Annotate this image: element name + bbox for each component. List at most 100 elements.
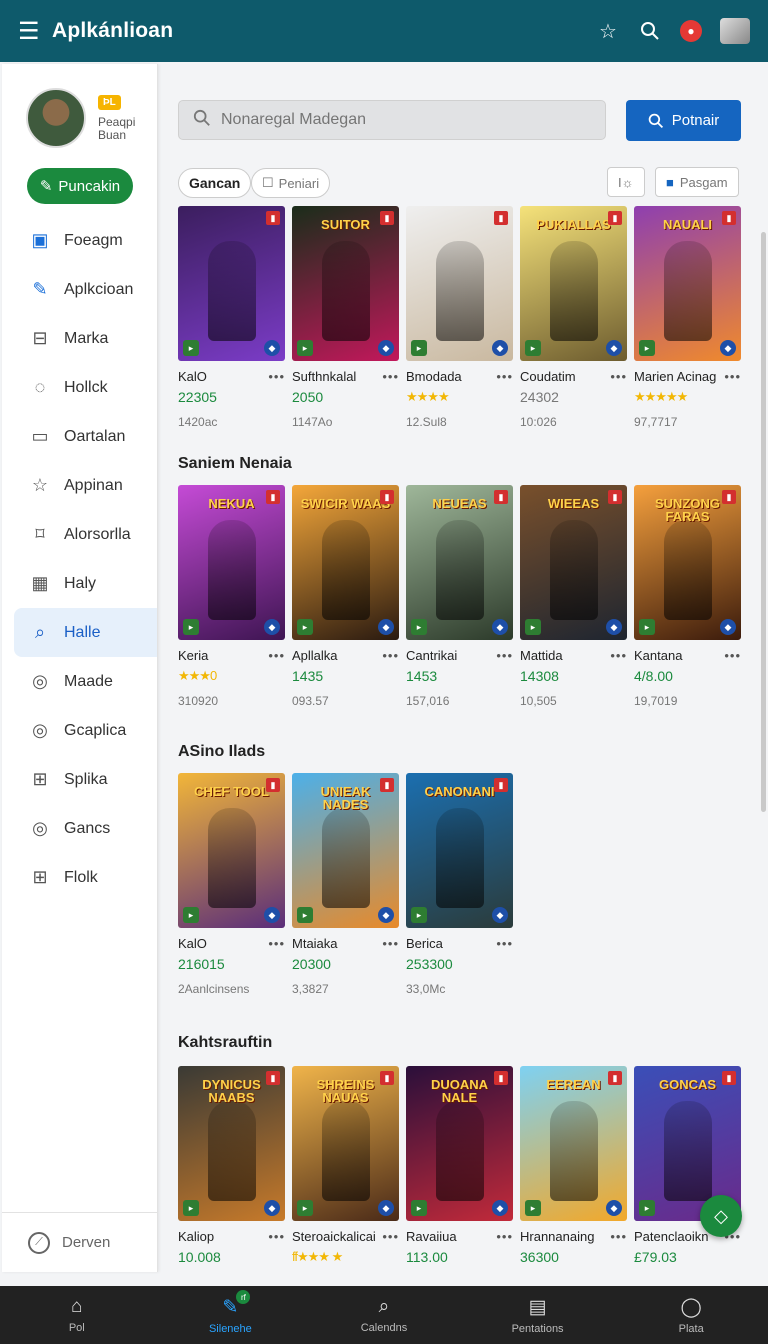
sidebar-item-10[interactable]: ◎ Gcaplica <box>2 706 157 755</box>
app-card[interactable]: NAUALI ▮ ▸ ◆ Marien Acinag ••• ★★★★★ 97,7717 <box>634 206 741 429</box>
search-button[interactable]: Potnair <box>626 100 741 141</box>
sidebar-item-6[interactable]: ⌑ Alorsorlla <box>2 510 157 559</box>
app-card[interactable]: DUOANA NALE ▮ ▸ ◆ Ravaiiua ••• 113.00 <box>406 1066 513 1265</box>
platform-icon: ▸ <box>525 340 541 356</box>
app-card[interactable]: WIEEAS ▮ ▸ ◆ Mattida ••• 14308 10,505 <box>520 485 627 708</box>
app-card[interactable]: SHREINS NAUAS ▮ ▸ ◆ Steroaickalicai ••• ff★★★ … <box>292 1066 399 1265</box>
bag-icon: ⊟ <box>32 328 48 348</box>
sidebar-item-0[interactable]: ▣ Foeagm <box>2 216 157 265</box>
bottom-nav-2[interactable]: ⌕ Calendns <box>307 1286 461 1344</box>
bottom-nav-0[interactable]: ⌂ Pol <box>0 1286 154 1344</box>
app-title: Aplkánlioan <box>52 19 174 42</box>
more-options-icon[interactable]: ••• <box>268 369 285 384</box>
more-options-icon[interactable]: ••• <box>382 936 399 951</box>
chip-program[interactable]: ■ Pasgam <box>655 167 739 197</box>
app-thumbnail[interactable]: NEUEAS ▮ ▸ ◆ <box>406 485 513 640</box>
card-name: Bmodada <box>406 369 462 384</box>
more-options-icon[interactable]: ••• <box>610 648 627 663</box>
app-thumbnail[interactable]: CANONANI ▮ ▸ ◆ <box>406 773 513 928</box>
app-card[interactable]: UNIEAK NADES ▮ ▸ ◆ Mtaiaka ••• 20300 3,3827 <box>292 773 399 996</box>
sidebar-item-3[interactable]: ◌ Hollck <box>2 363 157 412</box>
sidebar-item-1[interactable]: ✎ Aplkcioan <box>2 265 157 314</box>
app-thumbnail[interactable]: ▮ ▸ ◆ <box>406 206 513 361</box>
bottom-nav-1[interactable]: ✎ rf Silenehe <box>154 1286 308 1344</box>
app-card[interactable]: SUITOR ▮ ▸ ◆ Sufthnkalal ••• 2050 1147Ao <box>292 206 399 429</box>
app-thumbnail[interactable]: PUKIALLAS ▮ ▸ ◆ <box>520 206 627 361</box>
app-card[interactable]: SWICIR WAAS ▮ ▸ ◆ Apllalka ••• 1435 093.57 <box>292 485 399 708</box>
app-card[interactable]: PUKIALLAS ▮ ▸ ◆ Coudatim ••• 24302 10:026 <box>520 206 627 429</box>
app-card[interactable]: NEKUA ▮ ▸ ◆ Keria ••• ★★★0 310920 <box>178 485 285 708</box>
top-app-bar: ☰ Aplkánlioan ☆ ● <box>0 0 768 62</box>
more-options-icon[interactable]: ••• <box>724 648 741 663</box>
app-thumbnail[interactable]: NEKUA ▮ ▸ ◆ <box>178 485 285 640</box>
sidebar-item-5[interactable]: ☆ Appinan <box>2 461 157 510</box>
app-thumbnail[interactable]: SHREINS NAUAS ▮ ▸ ◆ <box>292 1066 399 1221</box>
avatar-icon[interactable] <box>720 18 750 44</box>
chip-settings[interactable]: I☼ <box>607 167 645 197</box>
sidebar-item-9[interactable]: ◎ Maade <box>2 657 157 706</box>
app-thumbnail[interactable]: UNIEAK NADES ▮ ▸ ◆ <box>292 773 399 928</box>
more-options-icon[interactable]: ••• <box>382 648 399 663</box>
more-options-icon[interactable]: ••• <box>610 1229 627 1244</box>
app-thumbnail[interactable]: CHEF TOOL ▮ ▸ ◆ <box>178 773 285 928</box>
more-options-icon[interactable]: ••• <box>496 369 513 384</box>
hamburger-icon[interactable]: ☰ <box>18 17 52 46</box>
thumbnail-title: SUNZONG FARAS <box>655 496 720 524</box>
app-thumbnail[interactable]: WIEEAS ▮ ▸ ◆ <box>520 485 627 640</box>
app-thumbnail[interactable]: DYNICUS NAABS ▮ ▸ ◆ <box>178 1066 285 1221</box>
bottom-nav-label: Plata <box>678 1322 704 1335</box>
app-thumbnail[interactable]: SUNZONG FARAS ▮ ▸ ◆ <box>634 485 741 640</box>
card-value: 113.00 <box>406 1249 448 1265</box>
chip-filter[interactable]: ☐ Peniari <box>251 168 331 198</box>
app-card[interactable]: CANONANI ▮ ▸ ◆ Berica ••• 253300 33,0Mc <box>406 773 513 996</box>
search-box[interactable] <box>178 100 606 140</box>
app-thumbnail[interactable]: NAUALI ▮ ▸ ◆ <box>634 206 741 361</box>
more-options-icon[interactable]: ••• <box>268 1229 285 1244</box>
sidebar-item-12[interactable]: ◎ Gancs <box>2 804 157 853</box>
sidebar-footer[interactable]: ⟋ Derven <box>2 1212 157 1272</box>
compass-icon: ◎ <box>32 671 48 691</box>
floating-action-button[interactable]: ◇ <box>700 1195 742 1237</box>
more-options-icon[interactable]: ••• <box>724 369 741 384</box>
app-card[interactable]: ▮ ▸ ◆ KalO ••• 22305 1420ac <box>178 206 285 429</box>
sidebar-item-4[interactable]: ▭ Oartalan <box>2 412 157 461</box>
sidebar-item-7[interactable]: ▦ Haly <box>2 559 157 608</box>
card-name: Steroaickalicai <box>292 1229 376 1244</box>
sidebar-item-11[interactable]: ⊞ Splika <box>2 755 157 804</box>
app-card[interactable]: EEREAN ▮ ▸ ◆ Hrannanaing ••• 36300 <box>520 1066 627 1265</box>
app-thumbnail[interactable]: EEREAN ▮ ▸ ◆ <box>520 1066 627 1221</box>
more-options-icon[interactable]: ••• <box>610 369 627 384</box>
app-thumbnail[interactable]: SWICIR WAAS ▮ ▸ ◆ <box>292 485 399 640</box>
app-card[interactable]: SUNZONG FARAS ▮ ▸ ◆ Kantana ••• 4/8.00 19,7019 <box>634 485 741 708</box>
primary-action-button[interactable]: ✎ Puncakin <box>27 168 133 204</box>
scrollbar[interactable] <box>761 232 766 812</box>
bottom-nav-3[interactable]: ▤ Pentations <box>461 1286 615 1344</box>
avatar[interactable] <box>26 88 86 148</box>
more-options-icon[interactable]: ••• <box>268 648 285 663</box>
chip-selected[interactable]: Gancan <box>178 168 252 198</box>
app-card[interactable]: ▮ ▸ ◆ Bmodada ••• ★★★★ 12.Sul8 <box>406 206 513 429</box>
app-card[interactable]: DYNICUS NAABS ▮ ▸ ◆ Kaliop ••• 10.008 <box>178 1066 285 1265</box>
app-card[interactable]: CHEF TOOL ▮ ▸ ◆ KalO ••• 216015 2Aanlcinsens <box>178 773 285 996</box>
app-card[interactable]: NEUEAS ▮ ▸ ◆ Cantrikai ••• 1453 157,016 <box>406 485 513 708</box>
star-icon[interactable]: ☆ <box>596 19 620 43</box>
sidebar-item-8[interactable]: ⌕ Halle <box>14 608 157 657</box>
profile[interactable]: ÞL Peaqpi Buan <box>2 64 157 156</box>
sidebar-item-2[interactable]: ⊟ Marka <box>2 314 157 363</box>
bottom-nav-4[interactable]: ◯ Plata <box>614 1286 768 1344</box>
sidebar-item-13[interactable]: ⊞ Flolk <box>2 853 157 902</box>
more-options-icon[interactable]: ••• <box>382 369 399 384</box>
notification-icon[interactable]: ● <box>680 20 702 42</box>
more-options-icon[interactable]: ••• <box>496 648 513 663</box>
card-info: Kaliop ••• 10.008 <box>178 1229 285 1265</box>
app-thumbnail[interactable]: SUITOR ▮ ▸ ◆ <box>292 206 399 361</box>
more-options-icon[interactable]: ••• <box>382 1229 399 1244</box>
more-options-icon[interactable]: ••• <box>268 936 285 951</box>
search-input[interactable] <box>221 111 601 129</box>
more-options-icon[interactable]: ••• <box>496 1229 513 1244</box>
more-options-icon[interactable]: ••• <box>496 936 513 951</box>
search-icon[interactable] <box>638 19 662 43</box>
app-thumbnail[interactable]: DUOANA NALE ▮ ▸ ◆ <box>406 1066 513 1221</box>
app-thumbnail[interactable]: ▮ ▸ ◆ <box>178 206 285 361</box>
profile-name: Peaqpi <box>98 114 136 129</box>
